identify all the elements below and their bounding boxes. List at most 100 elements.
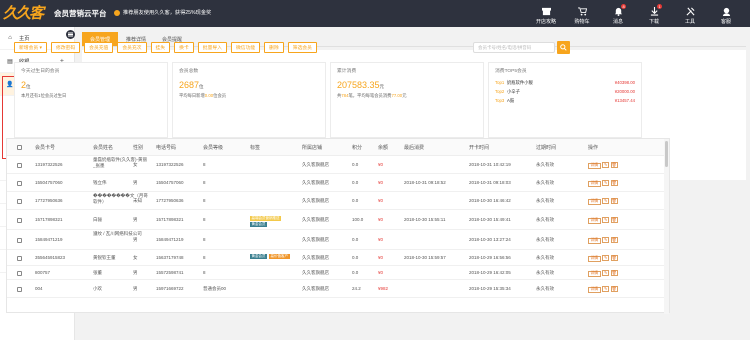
action-button-2[interactable]: 修改密码 bbox=[50, 42, 81, 53]
member-table: 会员卡号 会员姓名 性别 电话号码 会员等级 标签 所属店铺 积分 余额 最后消费 开卡时间 过期时间… bbox=[6, 138, 670, 314]
birthday-card[interactable]: 今天过生日的会员 2位 本月还有1位会员过生日 bbox=[14, 62, 168, 138]
topnav-cart[interactable]: 购物车 bbox=[564, 3, 600, 25]
cell-card: 355645915823 bbox=[35, 255, 66, 260]
app-logo[interactable]: 久久客 bbox=[3, 4, 47, 23]
member-total-sub: 平均每日新增0.00位会员 bbox=[179, 93, 227, 98]
action-button-9[interactable]: 删除 bbox=[264, 42, 284, 53]
row-checkbox[interactable] bbox=[17, 270, 22, 276]
cell-name: 遵纹 / 瓦川网络科技公司 bbox=[93, 231, 142, 236]
top5-card[interactable]: 消费TOP5会员 Top1 奶瓶软件小靓 ¥40398.00 Top2 小辛子 ¥2000… bbox=[488, 62, 642, 138]
table-row[interactable]: 13197322526 童磊奶瓶软件(久久客)-黄丽_张墨女 13197322526… bbox=[7, 156, 669, 174]
edit-icon[interactable]: ✎ bbox=[602, 285, 610, 292]
cell-sex: 男 bbox=[133, 237, 138, 242]
cell-card: 17727950636 bbox=[35, 198, 63, 203]
cashier-icon: ▤ bbox=[7, 58, 13, 65]
action-button-4[interactable]: 会员充次 bbox=[117, 42, 147, 53]
cell-sex: 男 bbox=[133, 270, 138, 275]
cell-level: 8 bbox=[203, 217, 206, 222]
table-row[interactable]: 15717898321 白骊男 15717898321 8 高端会员营销推送黄金会员 久久… bbox=[7, 210, 669, 230]
table-row[interactable]: 004 小欢男 15971669722 普通会员00 久久客旗舰店 24.2 ¥982 201… bbox=[7, 280, 669, 298]
row-checkbox[interactable] bbox=[17, 162, 22, 168]
sidebar-item-label: 主页 bbox=[19, 35, 30, 42]
cell-store: 久久客旗舰店 bbox=[302, 162, 329, 167]
cell-level: 8 bbox=[203, 198, 206, 203]
member-total-card[interactable]: 会员总数 2687位 平均每日新增0.00位会员 bbox=[172, 62, 326, 138]
action-button-5[interactable]: 挂失 bbox=[150, 42, 171, 53]
details-button[interactable]: 详情 bbox=[588, 198, 601, 205]
action-button-7[interactable]: 批量导入 bbox=[197, 42, 227, 53]
edit-icon[interactable]: ✎ bbox=[602, 216, 610, 223]
delete-icon[interactable]: 🗑 bbox=[610, 179, 618, 186]
row-actions: 详情 ✎ 🗑 bbox=[588, 254, 619, 262]
edit-icon[interactable]: ✎ bbox=[602, 197, 610, 204]
stat-cards: 今天过生日的会员 2位 本月还有1位会员过生日 会员总数 2687位 平均每日新… bbox=[14, 62, 642, 138]
row-actions: 详情 ✎ 🗑 bbox=[588, 179, 619, 187]
table-row[interactable]: 15849471219 遵纹 / 瓦川网络科技公司男 15849471219 8 久久客… bbox=[7, 230, 669, 250]
cell-card: 15717898321 bbox=[35, 217, 63, 222]
cell-card: 800757 bbox=[35, 270, 51, 275]
cell-open: 2018-10-29 16:42:05 bbox=[469, 270, 511, 275]
action-button-6[interactable]: 换卡 bbox=[174, 42, 194, 53]
cell-phone: 15717898321 bbox=[156, 217, 184, 222]
tools-icon bbox=[686, 7, 695, 16]
details-button[interactable]: 详情 bbox=[588, 180, 601, 187]
consume-card[interactable]: 累计消费 207583.35元 共784笔，平均每笔会员消费77.00元 bbox=[330, 62, 484, 138]
edit-icon[interactable]: ✎ bbox=[602, 179, 610, 186]
details-button[interactable]: 详情 bbox=[588, 237, 601, 244]
tag-cell: 高端会员营销推送黄金会员 bbox=[250, 216, 300, 228]
details-button[interactable]: 详情 bbox=[588, 217, 601, 224]
sidebar-toggle-icon[interactable] bbox=[66, 30, 75, 39]
action-button-8[interactable]: 微信功能 bbox=[230, 42, 261, 53]
delete-icon[interactable]: 🗑 bbox=[610, 161, 618, 168]
details-button[interactable]: 详情 bbox=[588, 270, 601, 277]
topnav-service[interactable]: 客服 bbox=[708, 3, 744, 25]
select-all-checkbox[interactable] bbox=[17, 145, 22, 150]
delete-icon[interactable]: 🗑 bbox=[610, 197, 618, 204]
cell-points: 0.0 bbox=[352, 198, 359, 203]
topnav-download[interactable]: 下载 1 bbox=[636, 3, 672, 25]
cell-balance: ¥0 bbox=[378, 217, 384, 222]
consume-value: 207583.35元 bbox=[337, 80, 385, 90]
cell-phone: 17727950636 bbox=[156, 198, 184, 203]
edit-icon[interactable]: ✎ bbox=[602, 236, 610, 243]
edit-icon[interactable]: ✎ bbox=[602, 269, 610, 276]
row-checkbox[interactable] bbox=[17, 286, 22, 292]
delete-icon[interactable]: 🗑 bbox=[610, 216, 618, 223]
search-button[interactable] bbox=[557, 41, 570, 54]
row-checkbox[interactable] bbox=[17, 217, 22, 223]
edit-icon[interactable]: ✎ bbox=[602, 254, 610, 261]
member-search-input[interactable]: 会员卡号/姓名/电话/拼音码 bbox=[473, 42, 555, 53]
row-checkbox[interactable] bbox=[17, 180, 22, 186]
cell-expire: 永久有效 bbox=[536, 270, 554, 275]
top5-row: Top1 奶瓶软件小靓 ¥40398.00 bbox=[495, 78, 635, 87]
delete-icon[interactable]: 🗑 bbox=[610, 285, 618, 292]
table-row[interactable]: 800757 张董男 15572598741 8 久久客旗舰店 0.0 ¥0 2018-10-… bbox=[7, 266, 669, 280]
details-button[interactable]: 详情 bbox=[588, 162, 601, 169]
delete-icon[interactable]: 🗑 bbox=[610, 236, 618, 243]
column-header: 过期时间 bbox=[536, 145, 557, 151]
topnav-bell[interactable]: 消息 8 bbox=[600, 3, 636, 25]
row-checkbox[interactable] bbox=[17, 237, 22, 243]
table-scrollbar[interactable] bbox=[664, 139, 669, 314]
topnav-shop[interactable]: 开店攻略 bbox=[528, 3, 564, 25]
action-button-10[interactable]: 筛选会员 bbox=[287, 42, 317, 53]
cell-points: 0.0 bbox=[352, 180, 359, 185]
row-checkbox[interactable] bbox=[17, 198, 22, 204]
edit-icon[interactable]: ✎ bbox=[602, 161, 610, 168]
column-header: 标签 bbox=[250, 145, 261, 151]
details-button[interactable]: 详情 bbox=[588, 255, 601, 262]
table-row[interactable]: 17727950636 ��������文（月哥软件） 未知 17727950636 8… bbox=[7, 192, 669, 210]
action-button-1[interactable]: 新增会员 ▾ bbox=[14, 42, 47, 53]
action-button-3[interactable]: 会员充值 bbox=[84, 42, 114, 53]
row-actions: 详情 ✎ 🗑 bbox=[588, 285, 619, 293]
delete-icon[interactable]: 🗑 bbox=[610, 269, 618, 276]
table-row[interactable]: 355645915823 黄锐钦王董女 15637179748 8 黄金会员 高价值客户久… bbox=[7, 250, 669, 266]
promo-banner[interactable]: 推荐朋友使用久久客，获得25%现金奖 bbox=[114, 9, 211, 16]
delete-icon[interactable]: 🗑 bbox=[610, 254, 618, 261]
top5-amount: ¥20000.00 bbox=[614, 89, 635, 94]
table-row[interactable]: 15504757060 钱立伟男 15504757060 8 久久客旗舰店 0.0 ¥0 20… bbox=[7, 174, 669, 192]
details-button[interactable]: 详情 bbox=[588, 286, 601, 293]
top5-title: 消费TOP5会员 bbox=[495, 69, 527, 74]
topnav-tools[interactable]: 工具 bbox=[672, 3, 708, 25]
row-checkbox[interactable] bbox=[17, 255, 22, 261]
